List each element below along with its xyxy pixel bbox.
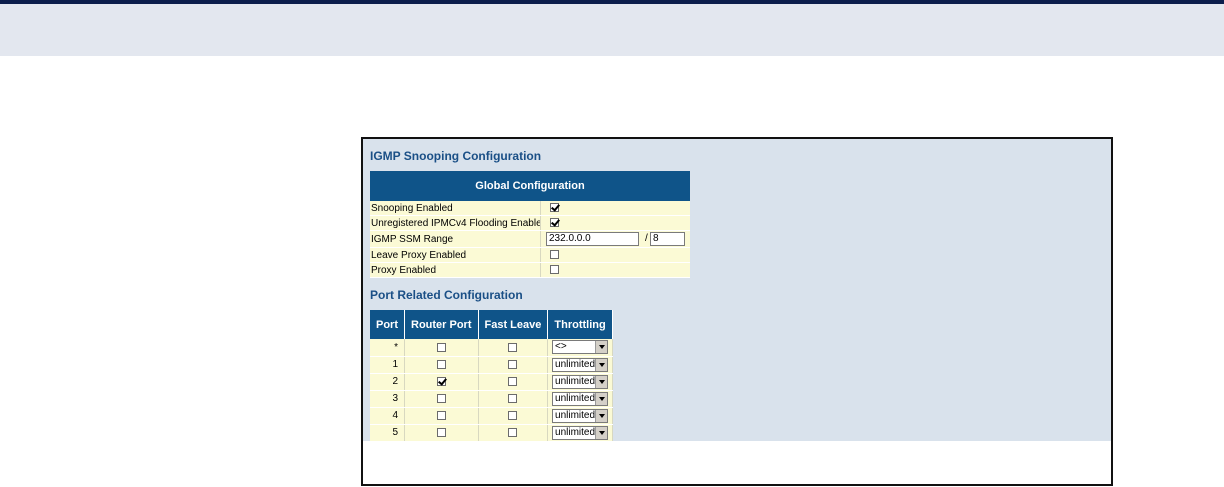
ssm-range-row: IGMP SSM Range 232.0.0.0 / 8: [370, 231, 690, 248]
throttling-value: unlimited: [555, 375, 596, 387]
fast-leave-checkbox[interactable]: [508, 342, 518, 352]
leave-proxy-label: Leave Proxy Enabled: [370, 248, 541, 262]
ssm-range-ip-input[interactable]: 232.0.0.0: [546, 232, 639, 246]
header-band: [0, 4, 1224, 56]
port-number: 4: [370, 407, 405, 425]
router-port-checkbox[interactable]: [436, 359, 446, 369]
dropdown-arrow-icon[interactable]: [595, 392, 608, 405]
fast-leave-checkbox[interactable]: [508, 410, 518, 420]
port-number: *: [370, 339, 405, 357]
port-section-title: Port Related Configuration: [370, 288, 523, 302]
throttling-select[interactable]: unlimited: [552, 425, 609, 440]
dropdown-arrow-icon[interactable]: [595, 341, 608, 354]
throttling-value: unlimited: [555, 426, 596, 438]
throttling-value: unlimited: [555, 409, 596, 421]
router-port-checkbox[interactable]: [436, 376, 446, 386]
dropdown-arrow-icon[interactable]: [595, 358, 608, 371]
router-port-column-header: Router Port: [404, 310, 479, 339]
port-config-table: Port Router Port Fast Leave Throttling *…: [370, 310, 613, 442]
throttling-select[interactable]: unlimited: [552, 408, 609, 423]
throttling-value: unlimited: [555, 392, 596, 404]
screenshot-frame: IGMP Snooping Configuration Global Confi…: [361, 137, 1113, 486]
ssm-range-mask-input[interactable]: 8: [650, 232, 685, 246]
table-row: 1 unlimited: [370, 356, 613, 374]
leave-proxy-checkbox[interactable]: [550, 250, 559, 259]
router-port-checkbox[interactable]: [436, 393, 446, 403]
throttling-select[interactable]: unlimited: [552, 374, 609, 389]
ssm-range-separator: /: [645, 233, 648, 244]
port-column-header: Port: [370, 310, 405, 339]
throttling-select[interactable]: unlimited: [552, 391, 609, 406]
table-row: 2 unlimited: [370, 373, 613, 391]
config-panel: IGMP Snooping Configuration Global Confi…: [363, 139, 1111, 442]
proxy-enabled-checkbox[interactable]: [550, 265, 559, 274]
table-row: 5 unlimited: [370, 424, 613, 442]
port-number: 1: [370, 356, 405, 374]
snooping-enabled-label: Snooping Enabled: [370, 201, 541, 215]
dropdown-arrow-icon[interactable]: [595, 375, 608, 388]
fast-leave-checkbox[interactable]: [508, 376, 518, 386]
fast-leave-checkbox[interactable]: [508, 359, 518, 369]
fast-leave-checkbox[interactable]: [508, 427, 518, 437]
table-row: * <>: [370, 339, 613, 357]
snooping-enabled-row: Snooping Enabled: [370, 201, 690, 216]
throttling-value: unlimited: [555, 358, 596, 370]
dropdown-arrow-icon[interactable]: [595, 426, 608, 439]
table-row: 3 unlimited: [370, 390, 613, 408]
throttling-column-header: Throttling: [547, 310, 613, 339]
fast-leave-column-header: Fast Leave: [478, 310, 549, 339]
flooding-enabled-checkbox[interactable]: [550, 218, 559, 227]
global-config-table: Global Configuration Snooping Enabled Un…: [370, 171, 690, 278]
port-number: 2: [370, 373, 405, 391]
dropdown-arrow-icon[interactable]: [595, 409, 608, 422]
port-number: 3: [370, 390, 405, 408]
flooding-enabled-label: Unregistered IPMCv4 Flooding Enabled: [371, 216, 541, 230]
leave-proxy-row: Leave Proxy Enabled: [370, 248, 690, 263]
ssm-range-label: IGMP SSM Range: [370, 231, 541, 247]
router-port-checkbox[interactable]: [436, 427, 446, 437]
router-port-checkbox[interactable]: [436, 410, 446, 420]
proxy-enabled-label: Proxy Enabled: [370, 263, 541, 277]
proxy-enabled-row: Proxy Enabled: [370, 263, 690, 278]
flooding-enabled-row: Unregistered IPMCv4 Flooding Enabled: [370, 216, 690, 231]
router-port-checkbox[interactable]: [436, 342, 446, 352]
table-row: 4 unlimited: [370, 407, 613, 425]
snooping-enabled-checkbox[interactable]: [550, 203, 559, 212]
fast-leave-checkbox[interactable]: [508, 393, 518, 403]
throttling-select[interactable]: <>: [552, 340, 609, 355]
throttling-value: <>: [555, 341, 567, 353]
page-title: IGMP Snooping Configuration: [370, 149, 542, 163]
port-number: 5: [370, 424, 405, 442]
global-config-header: Global Configuration: [370, 171, 690, 201]
throttling-select[interactable]: unlimited: [552, 357, 609, 372]
